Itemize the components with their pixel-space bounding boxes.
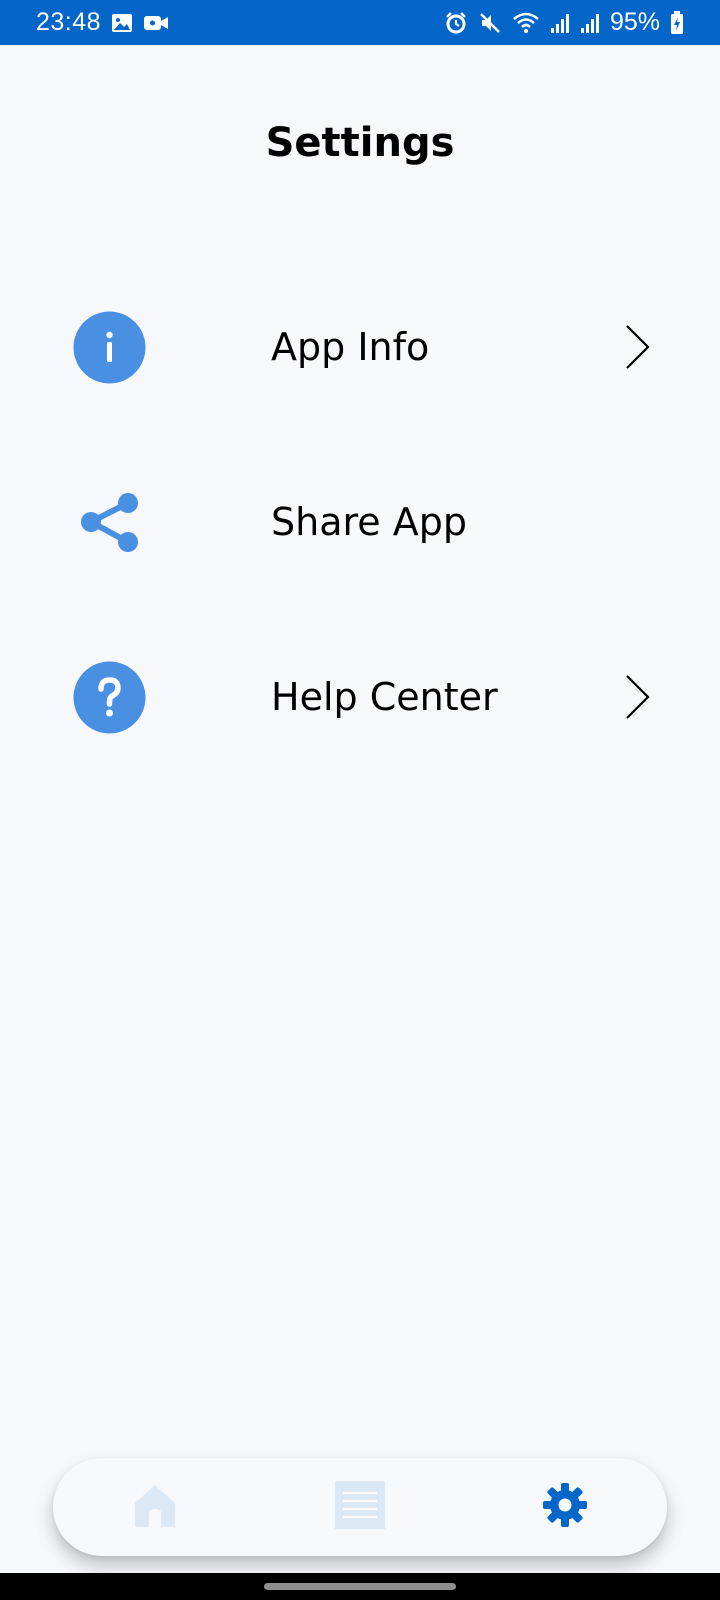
video-icon bbox=[143, 13, 169, 33]
alarm-icon bbox=[444, 11, 468, 35]
list-icon bbox=[334, 1481, 385, 1533]
status-right: 95% bbox=[444, 8, 684, 37]
settings-item-app-info[interactable]: App Info bbox=[0, 297, 720, 397]
home-gesture-handle[interactable] bbox=[264, 1583, 456, 1590]
share-icon bbox=[73, 486, 146, 559]
status-time: 23:48 bbox=[36, 8, 102, 36]
settings-screen: 23:48 95% Settings App Info Share App He… bbox=[0, 0, 720, 1600]
battery-percent: 95% bbox=[609, 8, 660, 36]
settings-item-label: Share App bbox=[271, 500, 467, 544]
mute-icon bbox=[478, 11, 502, 35]
battery-charging-icon bbox=[670, 10, 684, 35]
settings-item-help-center[interactable]: Help Center bbox=[0, 647, 720, 747]
status-bar: 23:48 95% bbox=[0, 0, 720, 45]
nav-list-button[interactable] bbox=[330, 1477, 390, 1537]
gear-icon bbox=[542, 1482, 588, 1532]
settings-item-label: App Info bbox=[271, 325, 430, 369]
signal-icon-2 bbox=[580, 12, 600, 34]
info-icon bbox=[73, 311, 146, 384]
status-left: 23:48 bbox=[36, 8, 169, 37]
nav-settings-button[interactable] bbox=[535, 1477, 595, 1537]
system-nav-bar bbox=[0, 1573, 720, 1600]
bottom-nav bbox=[53, 1458, 667, 1556]
signal-icon bbox=[550, 12, 570, 34]
nav-home-button[interactable] bbox=[125, 1477, 185, 1537]
wifi-icon bbox=[512, 11, 540, 35]
home-icon bbox=[133, 1483, 177, 1531]
settings-item-label: Help Center bbox=[271, 675, 498, 719]
image-icon bbox=[111, 12, 133, 34]
help-icon bbox=[73, 661, 146, 734]
page-title: Settings bbox=[265, 120, 455, 166]
settings-item-share-app[interactable]: Share App bbox=[0, 472, 720, 572]
chevron-right-icon bbox=[624, 673, 652, 721]
chevron-right-icon bbox=[624, 323, 652, 371]
